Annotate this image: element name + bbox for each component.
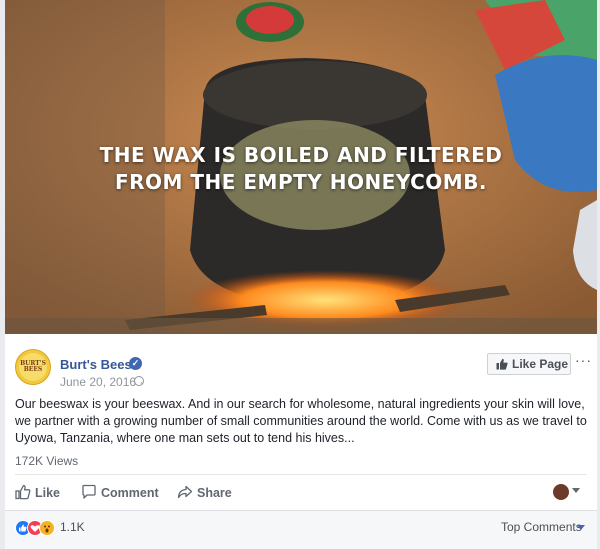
- wow-reaction-icon[interactable]: [39, 520, 55, 536]
- caret-down-icon[interactable]: [577, 525, 585, 530]
- video-player[interactable]: THE WAX IS BOILED AND FILTERED FROM THE …: [5, 0, 597, 334]
- thumbs-up-icon: [496, 358, 508, 370]
- top-comments-dropdown[interactable]: Top Comments: [501, 520, 582, 534]
- avatar-logo-text: BURT'S BEES: [16, 361, 50, 373]
- reactions-footer: 1.1K Top Comments: [5, 511, 597, 549]
- video-caption: THE WAX IS BOILED AND FILTERED FROM THE …: [5, 142, 597, 196]
- like-page-button[interactable]: Like Page: [487, 353, 571, 375]
- post-text: Our beeswax is your beeswax. And in our …: [15, 397, 587, 445]
- caption-line-1: THE WAX IS BOILED AND FILTERED: [99, 143, 503, 167]
- caret-down-icon[interactable]: [572, 488, 580, 493]
- more-options-button[interactable]: ···: [575, 352, 592, 368]
- page-avatar[interactable]: BURT'S BEES: [15, 349, 51, 385]
- like-page-label: Like Page: [512, 357, 569, 371]
- page-name-link[interactable]: Burt's Bees: [60, 357, 132, 372]
- thumbs-up-icon: [15, 484, 31, 500]
- share-icon: [177, 485, 193, 499]
- post-date[interactable]: June 20, 2016 ·: [60, 375, 143, 389]
- caption-line-2: FROM THE EMPTY HONEYCOMB.: [114, 170, 488, 194]
- comment-icon: [82, 484, 96, 499]
- verified-icon: ✓: [129, 357, 142, 370]
- view-count: 172K Views: [15, 454, 79, 468]
- divider: [15, 474, 587, 475]
- comment-label: Comment: [101, 486, 159, 500]
- share-label: Share: [197, 486, 232, 500]
- globe-icon: [134, 376, 144, 386]
- video-post: THE WAX IS BOILED AND FILTERED FROM THE …: [5, 0, 597, 549]
- like-label: Like: [35, 486, 61, 500]
- viewer-avatar[interactable]: [553, 484, 569, 500]
- action-bar: Like Comment Share: [5, 476, 597, 508]
- reaction-count[interactable]: 1.1K: [60, 520, 85, 534]
- wow-reaction-glyph: [44, 525, 50, 533]
- post-header: BURT'S BEES Burt's Bees ✓ June 20, 2016 …: [5, 344, 597, 392]
- avatar-text-2: BEES: [23, 366, 43, 373]
